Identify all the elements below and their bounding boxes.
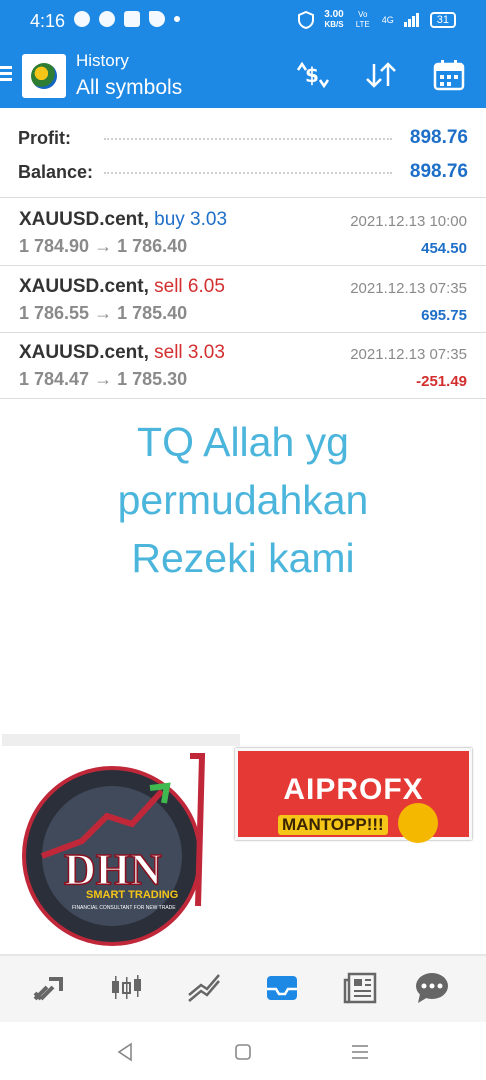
deal-prices: 1 786.55 → 1 785.40: [19, 303, 188, 323]
flexed-biceps-icon: [398, 803, 438, 843]
news-icon[interactable]: [340, 970, 380, 1006]
dhn-text: DHN: [64, 845, 162, 894]
chart-icon[interactable]: [106, 970, 146, 1006]
dhn-logo: DHN SMART TRADING FINANCIAL CONSULTANT F…: [2, 746, 240, 954]
deal-profit: 454.50: [421, 240, 467, 257]
caption-line: Rezeki kami: [131, 535, 355, 581]
deal-symbol: XAUUSD.cent,: [19, 209, 149, 230]
deal-time: 2021.12.13 10:00: [350, 213, 467, 230]
aiprofx-logo: AIPROFX MANTOPP!!!: [235, 748, 472, 843]
wallet-icon: [124, 11, 140, 27]
deal-symbol: XAUUSD.cent,: [19, 276, 149, 297]
leader-dots: [104, 138, 392, 140]
home-icon[interactable]: [231, 1040, 255, 1064]
aiprofx-tag: MANTOPP!!!: [278, 815, 388, 835]
menu-icon[interactable]: [0, 66, 12, 82]
trade-icon[interactable]: [184, 970, 224, 1006]
system-nav: [0, 1022, 486, 1080]
calendar-icon[interactable]: [430, 56, 468, 94]
recents-icon[interactable]: [348, 1040, 372, 1064]
currency-swap-icon[interactable]: $: [294, 56, 332, 94]
sync-icon: [74, 11, 90, 27]
caption-line: permudahkan: [117, 477, 369, 523]
network-label: 4G: [381, 15, 394, 25]
deal-profit: 695.75: [421, 307, 467, 324]
deal-time: 2021.12.13 07:35: [350, 346, 467, 363]
deal-symbol-line: XAUUSD.cent, sell 3.03: [19, 342, 225, 364]
deal-time: 2021.12.13 07:35: [350, 280, 467, 297]
deal-symbol: XAUUSD.cent,: [19, 342, 149, 363]
network-speed: 3.00 KB/S: [324, 10, 343, 30]
signal-icon: [403, 13, 419, 27]
profit-value: 898.76: [409, 127, 468, 148]
balance-label: Balance:: [18, 162, 94, 182]
battery-icon: 31: [429, 12, 456, 28]
back-icon[interactable]: [114, 1040, 138, 1064]
volte-label: Vo LTE: [355, 10, 370, 29]
app-bar: History All symbols $: [0, 42, 486, 108]
profit-label: Profit:: [18, 128, 71, 148]
deal-symbol-line: XAUUSD.cent, sell 6.05: [19, 276, 225, 298]
page-title: History: [76, 51, 129, 70]
caption-text: TQ Allah yg permudahkan Rezeki kami: [0, 413, 486, 587]
deal-row[interactable]: XAUUSD.cent, sell 6.05 1 786.55 → 1 785.…: [0, 267, 486, 333]
caption-line: TQ Allah yg: [137, 419, 349, 465]
chat-icon[interactable]: [412, 970, 452, 1006]
deal-side: sell 3.03: [154, 342, 225, 363]
history-icon[interactable]: [262, 970, 302, 1006]
app-notification-icon: [99, 11, 115, 27]
more-dot-icon: [174, 16, 180, 22]
twitter-icon: [149, 11, 165, 27]
dhn-tag: FINANCIAL CONSULTANT FOR NEW TRADE: [72, 905, 176, 911]
deal-prices: 1 784.90 → 1 786.40: [19, 236, 188, 256]
divider: [2, 734, 240, 746]
status-bar: 4:16 3.00 KB/S Vo LTE 4G 31: [0, 0, 486, 42]
aiprofx-title: AIPROFX: [283, 773, 424, 806]
account-summary: Profit: 898.76 Balance: 898.76: [0, 108, 486, 198]
status-time: 4:16: [30, 11, 66, 31]
deal-row[interactable]: XAUUSD.cent, buy 3.03 1 784.90 → 1 786.4…: [0, 200, 486, 266]
deal-row[interactable]: XAUUSD.cent, sell 3.03 1 784.47 → 1 785.…: [0, 333, 486, 399]
svg-text:$: $: [305, 63, 319, 87]
profit-row: Profit: 898.76: [18, 122, 468, 152]
bottom-nav: [0, 956, 486, 1022]
balance-value: 898.76: [409, 161, 468, 182]
sort-icon[interactable]: [362, 56, 400, 94]
deal-profit: -251.49: [416, 373, 467, 390]
deal-side: buy 3.03: [154, 209, 228, 230]
quotes-icon[interactable]: [28, 970, 68, 1006]
security-icon: [298, 11, 315, 29]
speed-value: 3.00: [324, 9, 344, 20]
balance-row: Balance: 898.76: [18, 156, 468, 186]
deal-side: sell 6.05: [154, 276, 225, 297]
deal-prices: 1 784.47 → 1 785.30: [19, 369, 188, 389]
dhn-sub: SMART TRADING: [86, 889, 178, 901]
leader-dots: [104, 172, 392, 174]
status-right: 3.00 KB/S Vo LTE 4G 31: [298, 10, 456, 30]
notification-icons: [74, 11, 180, 27]
speed-unit: KB/S: [324, 20, 344, 29]
deal-symbol-line: XAUUSD.cent, buy 3.03: [19, 209, 227, 231]
metatrader-logo: [22, 54, 66, 98]
symbol-filter[interactable]: All symbols: [76, 76, 182, 100]
